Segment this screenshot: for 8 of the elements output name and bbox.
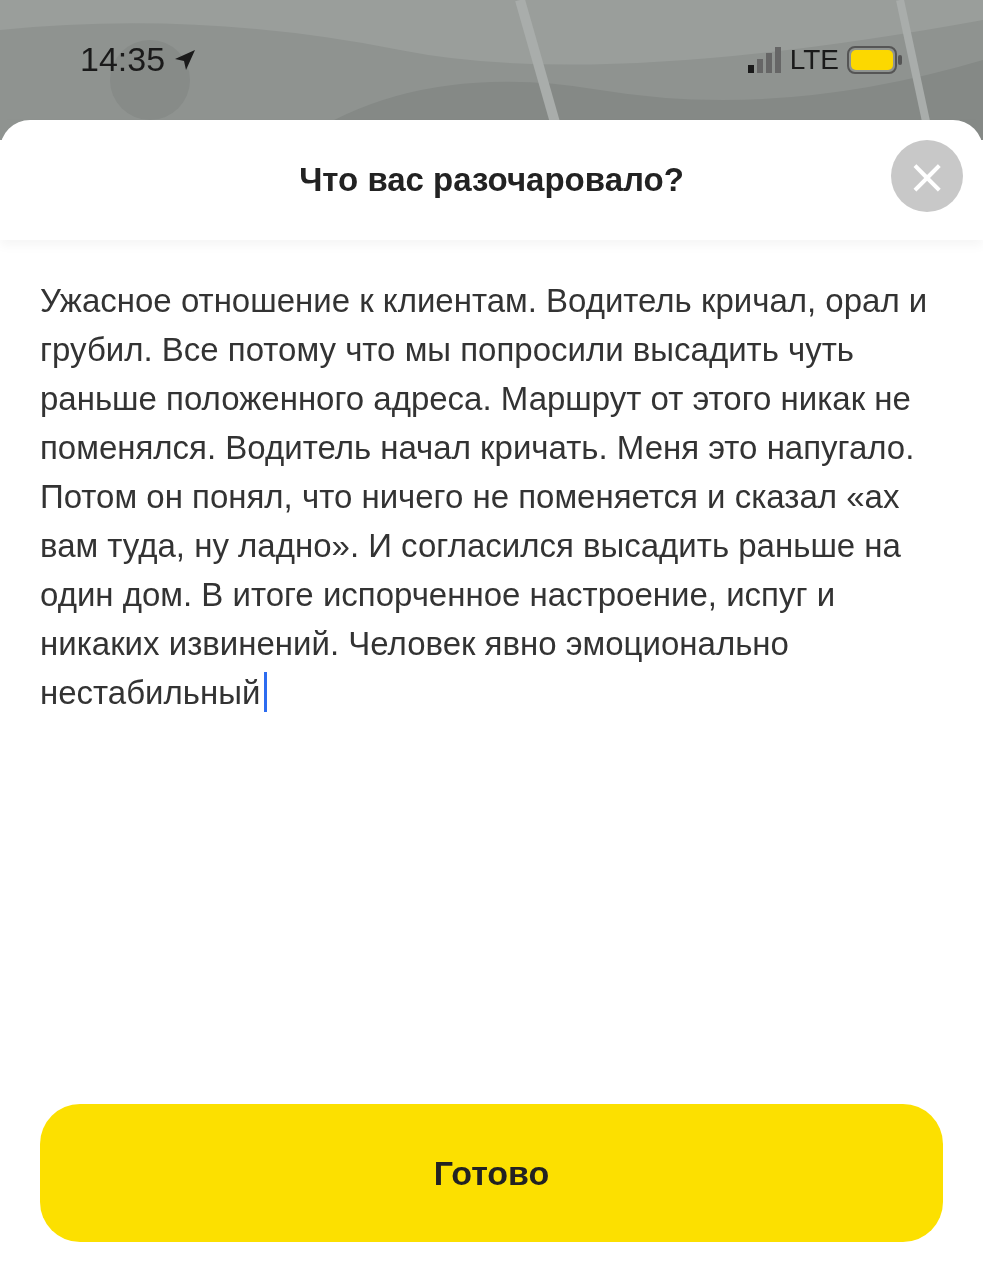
review-text-field[interactable]: Ужасное отношение к клиентам. Водитель кричал, орал и грубил. Все потому что мы попросили высадить чуть раньше положенного адреса. Маршрут от этого никак не поменялся. Водитель начал кричать. Меня это напугало. Потом он понял, что ничего не поменяется и сказал «ах вам туда, ну ладно». И согласился высадить раньше на один дом. В итоге испорченное настроение, испуг и никаких извинений. Человек явно эмоционально нестабильный	[40, 276, 943, 717]
status-time: 14:35	[80, 40, 166, 79]
battery-icon	[847, 45, 903, 74]
done-button[interactable]: Готово	[40, 1104, 943, 1242]
signal-icon	[747, 46, 782, 73]
location-arrow-icon	[173, 47, 198, 72]
sheet-title: Что вас разочаровало?	[299, 161, 684, 199]
network-type: LTE	[789, 43, 839, 76]
